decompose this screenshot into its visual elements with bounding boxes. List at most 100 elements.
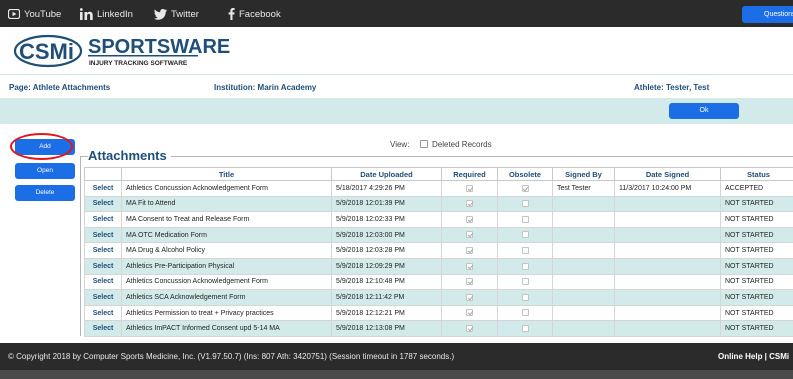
- attachment-title: Athletics Concussion Acknowledgement For…: [121, 180, 332, 197]
- signed-by: [552, 320, 615, 337]
- unchecked-checkbox-icon: [521, 231, 529, 239]
- linkedin-link[interactable]: LinkedIn: [80, 8, 133, 20]
- checked-checkbox-icon: [466, 262, 473, 270]
- facebook-link[interactable]: Facebook: [228, 8, 281, 20]
- group-border-left: [80, 156, 81, 336]
- signed-by: [552, 273, 615, 291]
- ok-button[interactable]: Ok: [669, 103, 739, 119]
- col-status[interactable]: Status: [720, 167, 793, 181]
- table-row[interactable]: Select Athletics Permission to treat + Pr…: [84, 304, 793, 322]
- required-checkbox: [441, 195, 498, 213]
- date-signed: [614, 304, 721, 322]
- unchecked-checkbox-icon: [521, 247, 529, 254]
- attachment-title: Athletics Permission to treat + Privacy …: [121, 304, 332, 322]
- col-title[interactable]: Title: [121, 167, 332, 181]
- status-text: NOT STARTED: [720, 273, 793, 291]
- date-signed: [614, 257, 721, 275]
- required-checkbox: [441, 273, 498, 291]
- status-text: NOT STARTED: [720, 320, 793, 337]
- table-row[interactable]: Select MA Consent to Treat and Release Fo…: [84, 211, 793, 228]
- select-link[interactable]: Select: [84, 180, 122, 197]
- table-row[interactable]: Select Athletics Concussion Acknowledgeme…: [84, 180, 793, 197]
- status-text: NOT STARTED: [720, 226, 793, 244]
- select-link[interactable]: Select: [84, 273, 122, 291]
- date-uploaded: 5/9/2018 12:11:42 PM: [331, 289, 442, 306]
- date-uploaded: 5/9/2018 12:01:39 PM: [331, 195, 442, 213]
- sportsware-tagline: INJURY TRACKING SOFTWARE: [89, 60, 188, 67]
- sportsware-logo-text: SPORTSWARE: [88, 36, 230, 58]
- status-text: NOT STARTED: [720, 195, 793, 213]
- online-help-link[interactable]: Online Help | CSMi: [718, 352, 789, 361]
- youtube-label: YouTube: [24, 8, 62, 20]
- required-checkbox: [441, 226, 498, 244]
- twitter-link[interactable]: Twitter: [154, 8, 199, 20]
- col-signed-by[interactable]: Signed By: [552, 167, 615, 181]
- table-row[interactable]: Select Athletics SCA Acknowledgement Form…: [84, 289, 793, 306]
- required-checkbox: [441, 180, 498, 197]
- col-required[interactable]: Required: [441, 167, 498, 181]
- table-row[interactable]: Select Athletics Concussion Acknowledgeme…: [84, 273, 793, 291]
- checked-checkbox-icon: [466, 215, 473, 223]
- table-row[interactable]: Select Athletics ImPACT Informed Consent …: [84, 320, 793, 337]
- required-checkbox: [441, 304, 498, 322]
- status-text: NOT STARTED: [720, 289, 793, 306]
- copyright-text: © Copyright 2018 by Computer Sports Medi…: [8, 352, 455, 361]
- youtube-link[interactable]: YouTube: [8, 8, 61, 20]
- select-link[interactable]: Select: [84, 289, 122, 306]
- linkedin-label: LinkedIn: [97, 8, 133, 20]
- date-uploaded: 5/9/2018 12:09:29 PM: [331, 257, 442, 275]
- checked-checkbox-icon: [466, 278, 473, 286]
- spacer: [0, 124, 793, 133]
- obsolete-checkbox: [497, 289, 553, 306]
- obsolete-checkbox: [497, 211, 553, 228]
- attachments-table: Title Date Uploaded Required Obsolete Si…: [84, 167, 793, 337]
- facebook-icon: [228, 8, 235, 20]
- table-row[interactable]: Select MA Drug & Alcohol Policy 5/9/2018 1…: [84, 242, 793, 259]
- unchecked-checkbox-icon: [521, 293, 529, 301]
- status-text: ACCEPTED: [720, 180, 793, 197]
- date-uploaded: 5/9/2018 12:02:33 PM: [331, 211, 442, 228]
- csmi-logo-text: CSMi: [19, 39, 74, 64]
- deleted-records-label: Deleted Records: [432, 140, 492, 149]
- attachment-title: Athletics SCA Acknowledgement Form: [121, 289, 332, 306]
- unchecked-checkbox-icon: [521, 215, 529, 223]
- col-date-uploaded[interactable]: Date Uploaded: [331, 167, 442, 181]
- csmi-logo: CSMi: [14, 34, 83, 68]
- deleted-records-checkbox[interactable]: [420, 140, 428, 148]
- select-link[interactable]: Select: [84, 304, 122, 322]
- group-border-top-left: [80, 156, 88, 157]
- table-row[interactable]: Select Athletics Pre-Participation Physic…: [84, 257, 793, 275]
- required-checkbox: [441, 320, 498, 337]
- facebook-label: Facebook: [239, 8, 281, 20]
- select-link[interactable]: Select: [84, 211, 122, 228]
- select-link[interactable]: Select: [84, 320, 122, 337]
- signed-by: [552, 195, 615, 213]
- select-link[interactable]: Select: [84, 242, 122, 259]
- checked-checkbox-icon: [466, 247, 473, 254]
- obsolete-checkbox: [497, 242, 553, 259]
- select-link[interactable]: Select: [84, 195, 122, 213]
- attachment-title: MA Fit to Attend: [121, 195, 332, 213]
- date-signed: [614, 242, 721, 259]
- checked-checkbox-icon: [466, 231, 473, 239]
- questions-button[interactable]: Questions: [742, 6, 793, 23]
- col-obsolete[interactable]: Obsolete: [497, 167, 553, 181]
- table-row[interactable]: Select MA Fit to Attend 5/9/2018 12:01:39 …: [84, 195, 793, 213]
- col-date-signed[interactable]: Date Signed: [614, 167, 721, 181]
- signed-by: [552, 242, 615, 259]
- select-link[interactable]: Select: [84, 257, 122, 275]
- open-button[interactable]: Open: [15, 163, 75, 179]
- delete-button[interactable]: Delete: [15, 185, 75, 201]
- date-uploaded: 5/9/2018 12:13:08 PM: [331, 320, 442, 337]
- status-text: NOT STARTED: [720, 211, 793, 228]
- required-checkbox: [441, 211, 498, 228]
- date-signed: [614, 289, 721, 306]
- unchecked-checkbox-icon: [521, 262, 529, 270]
- view-label: View:: [390, 140, 410, 149]
- obsolete-checkbox: [497, 273, 553, 291]
- date-uploaded: 5/18/2017 4:29:26 PM: [331, 180, 442, 197]
- table-header-row: Title Date Uploaded Required Obsolete Si…: [84, 167, 793, 181]
- table-row[interactable]: Select MA OTC Medication Form 5/9/2018 12:…: [84, 226, 793, 244]
- select-link[interactable]: Select: [84, 226, 122, 244]
- date-uploaded: 5/9/2018 12:03:00 PM: [331, 226, 442, 244]
